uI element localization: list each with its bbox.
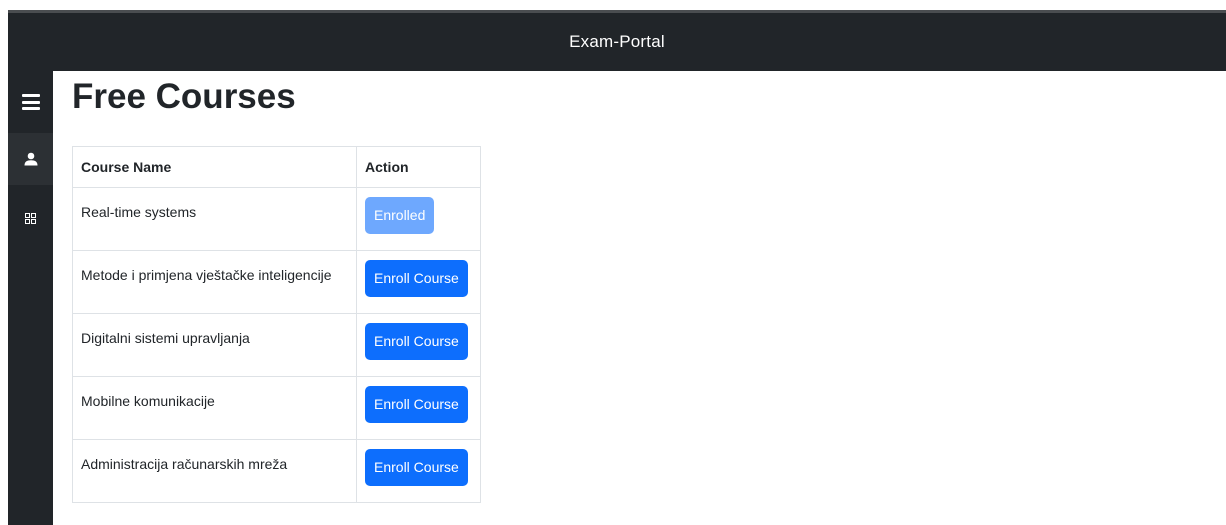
top-navbar: Exam-Portal [8,10,1226,71]
app-title[interactable]: Exam-Portal [569,32,665,52]
enroll-course-button[interactable]: Enroll Course [365,386,468,423]
left-margin [0,10,8,525]
enrolled-button[interactable]: Enrolled [365,197,435,234]
course-name: Real-time systems [72,187,357,251]
table-header-row: Course Name Action [72,146,481,188]
table-row: Digitalni sistemi upravljanja Enroll Cou… [72,313,481,377]
sidebar [8,71,53,525]
table-row: Mobilne komunikacije Enroll Course [72,376,481,440]
table-row: Administracija računarskih mreža Enroll … [72,439,481,503]
courses-table: Course Name Action Real-time systems Enr… [72,146,481,503]
column-header-course-name: Course Name [72,146,357,188]
enroll-course-button[interactable]: Enroll Course [365,449,468,486]
enroll-course-button[interactable]: Enroll Course [365,323,468,360]
sidebar-item-profile[interactable] [8,133,53,185]
user-icon [24,152,37,166]
course-name: Metode i primjena vještačke inteligencij… [72,250,357,314]
column-header-action: Action [356,146,481,188]
table-row: Real-time systems Enrolled [72,187,481,251]
grid-icon [25,212,36,224]
page-title: Free Courses [72,77,296,116]
course-name: Administracija računarskih mreža [72,439,357,503]
enroll-course-button[interactable]: Enroll Course [365,260,468,297]
course-name: Digitalni sistemi upravljanja [72,313,357,377]
course-name: Mobilne komunikacije [72,376,357,440]
table-row: Metode i primjena vještačke inteligencij… [72,250,481,314]
top-strip [0,0,1226,10]
sidebar-toggle-button[interactable] [8,81,53,123]
menu-icon [21,94,40,110]
sidebar-item-dashboard[interactable] [8,197,53,239]
